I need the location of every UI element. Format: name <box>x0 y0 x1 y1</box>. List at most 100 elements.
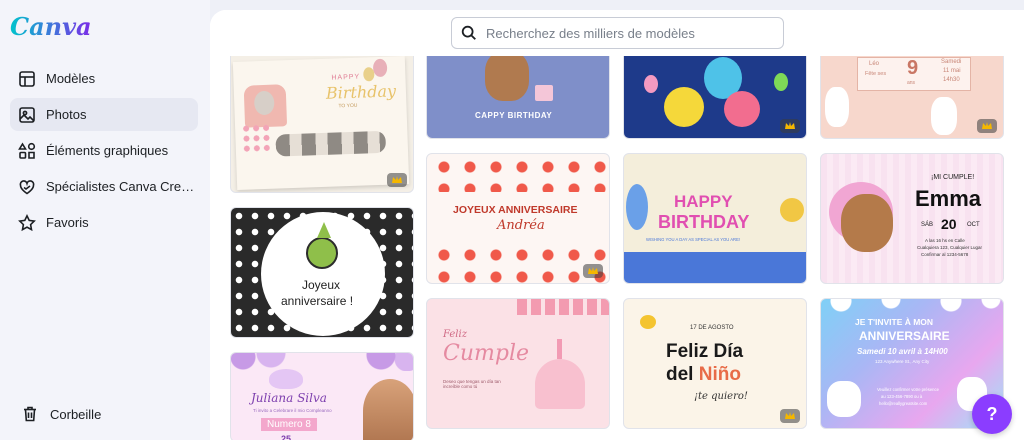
llama-illustration <box>825 87 849 127</box>
card-text: BIRTHDAY <box>658 212 750 232</box>
card-text: Andréa <box>497 218 545 233</box>
help-button[interactable]: ? <box>972 394 1012 434</box>
candle-illustration <box>557 339 562 359</box>
flowers-illustration <box>240 122 271 154</box>
template-card[interactable]: Léo Fête ses 9 ans Samedi 11 mai 14h30 <box>820 46 1004 139</box>
sidebar-item-elements[interactable]: Éléments graphiques <box>10 134 198 167</box>
card-text: HAPPY <box>331 73 361 82</box>
wave-band <box>624 252 806 283</box>
card-text: A las 16 hs en Calle <box>925 238 965 243</box>
card-text: au 123-456-7890 ou à <box>881 394 923 399</box>
card-text: Cualquiera 123, Cualquier Lugar <box>917 245 983 250</box>
template-card[interactable]: CAPPY BIRTHDAY <box>426 46 610 139</box>
card-text: Fête ses <box>865 71 887 77</box>
card-text: 17 DE AGOSTO <box>690 325 734 331</box>
card-text: 123 Anywhere St., Any City <box>875 359 930 364</box>
card-text: JOYEUX ANNIVERSAIRE <box>453 204 578 216</box>
template-card[interactable]: Juliana Silva Ti invito a Celebrare il m… <box>230 352 414 440</box>
card-text: ANNIVERSAIRE <box>859 329 950 343</box>
sidebar-item-label: Photos <box>46 107 87 122</box>
premium-badge <box>977 119 997 133</box>
card-text: Samedi <box>941 59 962 65</box>
star-icon <box>18 213 36 231</box>
card-paper: HAPPY Birthday TO YOU <box>232 56 410 190</box>
card-text: ans <box>907 80 916 86</box>
card-text: HAPPY <box>674 192 733 211</box>
template-icon <box>19 70 35 87</box>
cupcake-illustration <box>535 359 585 409</box>
card-text: Birthday <box>325 81 397 103</box>
sidebar-item-label: Favoris <box>46 215 89 230</box>
premium-badge <box>583 264 603 278</box>
card-text: Ti invito a Celebrare il mio Compleanno <box>253 408 332 413</box>
sidebar-item-photos[interactable]: Photos <box>10 98 198 131</box>
unicorn-illustration <box>269 369 303 389</box>
sidebar-item-favorites[interactable]: Favoris <box>10 206 198 239</box>
balloon-illustration <box>363 67 375 82</box>
template-card[interactable]: Joyeux anniversaire ! <box>230 207 414 338</box>
card-text: Joyeux <box>302 278 341 292</box>
sun-illustration <box>780 198 804 222</box>
card-text: ¡te quiero! <box>694 391 748 402</box>
child-photo <box>363 379 413 440</box>
card-text: Deseo que tengas un día tan increíble co… <box>443 379 501 389</box>
premium-badge <box>387 173 407 187</box>
template-card[interactable] <box>623 46 807 139</box>
cats-row-illustration <box>275 130 387 157</box>
sidebar-item-trash[interactable]: Corbeille <box>20 404 101 424</box>
trash-icon <box>24 406 36 422</box>
card-text: TO YOU <box>338 102 358 110</box>
crown-icon <box>392 176 402 183</box>
card-text: del <box>666 364 699 385</box>
card-text: 11 mai <box>943 68 961 74</box>
party-hat-illustration <box>317 222 331 238</box>
crown-icon <box>588 267 598 274</box>
card-text: Léo <box>869 61 880 67</box>
heart-hand-icon <box>19 179 35 194</box>
template-card[interactable]: HAPPY BIRTHDAY WISHING YOU A DAY AS SPEC… <box>623 153 807 284</box>
crown-icon <box>785 122 795 129</box>
sidebar-nav: Modèles Photos Éléments graphiques Spéci… <box>10 62 198 242</box>
template-card[interactable]: HAPPY Birthday TO YOU <box>230 46 414 193</box>
card-text: ¡MI CUMPLE! <box>931 174 975 181</box>
cake-illustration <box>535 85 553 101</box>
card-text: Feliz <box>443 329 467 340</box>
sidebar-item-label: Éléments graphiques <box>46 143 169 158</box>
templates-panel: HAPPY Birthday TO YOU Joyeux anniversair… <box>210 10 1024 440</box>
capybara-illustration <box>841 194 893 252</box>
card-text: Niño <box>698 364 741 385</box>
premium-badge <box>780 119 800 133</box>
bee-illustration <box>640 315 656 329</box>
pea-illustration <box>306 237 338 269</box>
card-text: Juliana Silva <box>251 391 327 405</box>
card-text: 25 <box>281 434 292 440</box>
crown-icon <box>982 122 992 129</box>
sidebar-item-label: Modèles <box>46 71 96 86</box>
capybara-illustration <box>485 51 529 101</box>
template-card[interactable]: 17 DE AGOSTO Feliz Día del Niño ¡te quie… <box>623 298 807 429</box>
search-input[interactable] <box>486 25 766 41</box>
monster-illustration <box>664 87 704 127</box>
card-text: 9 <box>907 57 919 79</box>
photo-icon <box>19 106 35 123</box>
bunting-illustration <box>517 299 609 315</box>
template-card[interactable]: JOYEUX ANNIVERSAIRE Andréa <box>426 153 610 284</box>
card-text: Feliz Día <box>666 341 744 362</box>
sidebar-item-templates[interactable]: Modèles <box>10 62 198 95</box>
crown-icon <box>785 412 795 419</box>
card-text: del Niño <box>666 364 741 386</box>
clouds-illustration <box>231 353 413 371</box>
card-text: Samedi 10 avril à 14H00 <box>857 347 948 356</box>
shapes-icon <box>18 141 36 159</box>
balloon-illustration <box>372 58 388 78</box>
search-icon <box>461 25 476 40</box>
canva-logo[interactable]: Canva <box>10 12 92 41</box>
sidebar-item-creators[interactable]: Spécialistes Canva Crea... <box>10 170 198 203</box>
llama-illustration <box>931 97 957 135</box>
card-text: Confirmar al 1234-5678 <box>921 252 969 257</box>
template-card[interactable]: ¡MI CUMPLE! Emma SÁB 20 OCT A las 16 hs … <box>820 153 1004 284</box>
trash-label: Corbeille <box>50 406 102 422</box>
template-card[interactable]: Feliz Cumple Deseo que tengas un día tan… <box>426 298 610 429</box>
card-text: JE T'INVITE À MON <box>855 317 934 327</box>
search-bar[interactable] <box>451 17 784 49</box>
